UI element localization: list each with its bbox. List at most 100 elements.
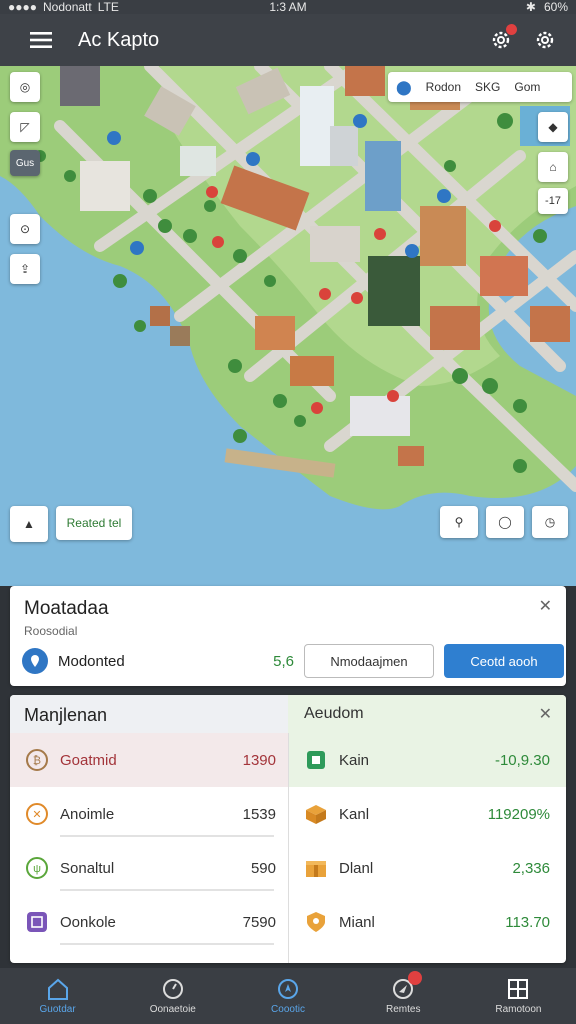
bird-view-button[interactable]: ▲	[10, 506, 48, 542]
close-icon[interactable]: ✕	[539, 596, 552, 616]
crate-icon	[303, 801, 329, 827]
nav-label: Remtes	[385, 1003, 421, 1015]
stat-name: Goatmid	[60, 751, 117, 769]
stat-name: Anoimle	[60, 805, 115, 823]
locate-button[interactable]: ⚲	[440, 506, 478, 538]
carrier-label: Nodonatt	[43, 0, 92, 14]
stat-value: 1539	[242, 805, 276, 823]
compass-button[interactable]: ◸	[10, 112, 40, 142]
target-icon: ⊙	[19, 222, 31, 236]
location-label: Modonted	[58, 652, 125, 670]
location-pin-icon	[22, 648, 48, 674]
zoom-badge[interactable]: -17	[538, 188, 568, 214]
stat-value: 2,336	[512, 859, 550, 877]
bookmark-button[interactable]: ⌂	[538, 152, 568, 182]
place-chip[interactable]: Reated tel	[56, 506, 132, 540]
zoom-label: -17	[545, 195, 561, 207]
stat-value: 113.70	[505, 913, 550, 931]
nav-item-timer[interactable]: Oonaetoie	[115, 968, 230, 1024]
place-title: Moatadaa	[24, 598, 109, 619]
stat-row-right-3[interactable]: Dlanl 2,336	[289, 841, 566, 895]
bottom-navigation: Guotdar Oonaetoie Coootic Remtes Ramotoo…	[0, 968, 576, 1024]
right-panel-header: Aeudom ✕	[288, 695, 566, 733]
stat-value: 119209%	[487, 805, 550, 823]
stat-name: Oonkole	[60, 913, 116, 931]
stat-value: -10,9.30	[494, 751, 550, 769]
grid-icon	[508, 978, 529, 999]
clock-button[interactable]: ◷	[532, 506, 568, 538]
hamburger-menu-icon[interactable]	[24, 23, 58, 57]
location-value: 5,6	[273, 652, 294, 670]
nav-label: Oonaetoie	[149, 1003, 196, 1015]
stat-row-right-1[interactable]: Kain -10,9.30	[289, 733, 566, 787]
primary-button[interactable]: Ceotd aooh	[444, 644, 564, 678]
location-circle-icon	[278, 978, 298, 999]
rotate-button[interactable]: ◆	[538, 112, 568, 142]
nav-item-location[interactable]: Coootic	[230, 968, 345, 1024]
box-icon	[24, 909, 50, 935]
building-icon	[303, 747, 329, 773]
stat-row-left-3[interactable]: ψ Sonaltul 590	[10, 841, 288, 895]
shield-icon	[303, 909, 329, 935]
stat-value: 1390	[242, 751, 276, 769]
close-icon[interactable]: ✕	[539, 704, 552, 724]
stat-row-left-4[interactable]: Oonkole 7590	[10, 895, 288, 949]
share-icon: ⇪	[19, 262, 31, 276]
status-bar: ●●●● Nodonatt LTE 1:3 AM ✱ 60%	[0, 0, 576, 14]
gps-button[interactable]: ◎	[10, 72, 40, 102]
nav-label: Guotdar	[39, 1003, 76, 1015]
stat-value: 7590	[242, 913, 276, 931]
right-panel-title: Aeudom	[304, 705, 364, 722]
home-icon	[47, 978, 68, 1000]
location-button[interactable]: ⊙	[10, 214, 40, 244]
svg-text:ψ: ψ	[33, 863, 41, 875]
layers-button[interactable]: Gus	[10, 150, 40, 176]
nav-item-home[interactable]: Guotdar	[0, 968, 115, 1024]
battery-label: 60%	[543, 0, 569, 14]
gps-icon: ◎	[19, 80, 31, 94]
notification-badge	[407, 971, 422, 985]
nav-label: Ramotoon	[495, 1003, 542, 1015]
network-label: LTE	[97, 0, 119, 14]
search-chip[interactable]: Rodon	[426, 80, 461, 94]
map-pin-icon: ⬤	[396, 78, 412, 95]
record-button[interactable]: ◯	[486, 506, 524, 538]
app-title: Ac Kapto	[78, 28, 160, 51]
stat-name: Mianl	[339, 913, 375, 931]
share-button[interactable]: ⇪	[10, 254, 40, 284]
clock-icon: ◷	[544, 515, 556, 529]
stat-row-left-1[interactable]: ₿ Goatmid 1390	[10, 733, 288, 787]
stats-card: Manjlenan Aeudom ✕ ₿ Goatmid 1390 ✕ Anoi…	[10, 695, 566, 963]
place-chip-label: Reated tel	[66, 516, 122, 530]
app-bar: Ac Kapto	[0, 14, 576, 66]
clock-label: 1:3 AM	[269, 0, 307, 14]
extra-chip[interactable]: Gom	[514, 80, 540, 94]
stat-name: Kanl	[339, 805, 370, 823]
gear-icon[interactable]	[528, 23, 562, 57]
bookmark-icon: ⌂	[549, 160, 557, 174]
secondary-button[interactable]: Nmodaajmen	[304, 644, 434, 678]
sun-icon: ✕	[24, 801, 50, 827]
stat-row-right-4[interactable]: Mianl 113.70	[289, 895, 566, 949]
nav-item-navigation[interactable]: Remtes	[346, 968, 461, 1024]
nav-item-grid[interactable]: Ramotoon	[461, 968, 576, 1024]
nav-label: Coootic	[271, 1003, 305, 1015]
left-panel-header: Manjlenan	[10, 695, 288, 733]
stat-name: Kain	[339, 751, 370, 769]
leaf-icon: ψ	[24, 855, 50, 881]
map-chip-bar: ⬤ Rodon SKG Gom	[388, 72, 572, 102]
city-map[interactable]: ◎ ◸ Gus ⊙ ⇪ ⬤ Rodon SKG Gom ◆ ⌂ -17 ▲ Re…	[0, 66, 576, 586]
filter-chip[interactable]: SKG	[475, 80, 500, 94]
stat-row-left-2[interactable]: ✕ Anoimle 1539	[10, 787, 288, 841]
coin-icon: ₿	[24, 747, 50, 773]
progress-bar	[60, 835, 274, 837]
landmark-icon: ▲	[23, 517, 35, 531]
layers-label: Gus	[15, 157, 35, 169]
record-icon: ◯	[498, 515, 512, 529]
place-info-card: Moatadaa Roosodial ✕ Modonted 5,6 Nmodaa…	[10, 586, 566, 686]
bluetooth-icon: ✱	[525, 0, 536, 14]
settings-gear-icon[interactable]	[484, 23, 518, 57]
compass-icon: ◸	[20, 120, 30, 134]
timer-icon	[162, 978, 183, 999]
stat-row-right-2[interactable]: Kanl 119209%	[289, 787, 566, 841]
